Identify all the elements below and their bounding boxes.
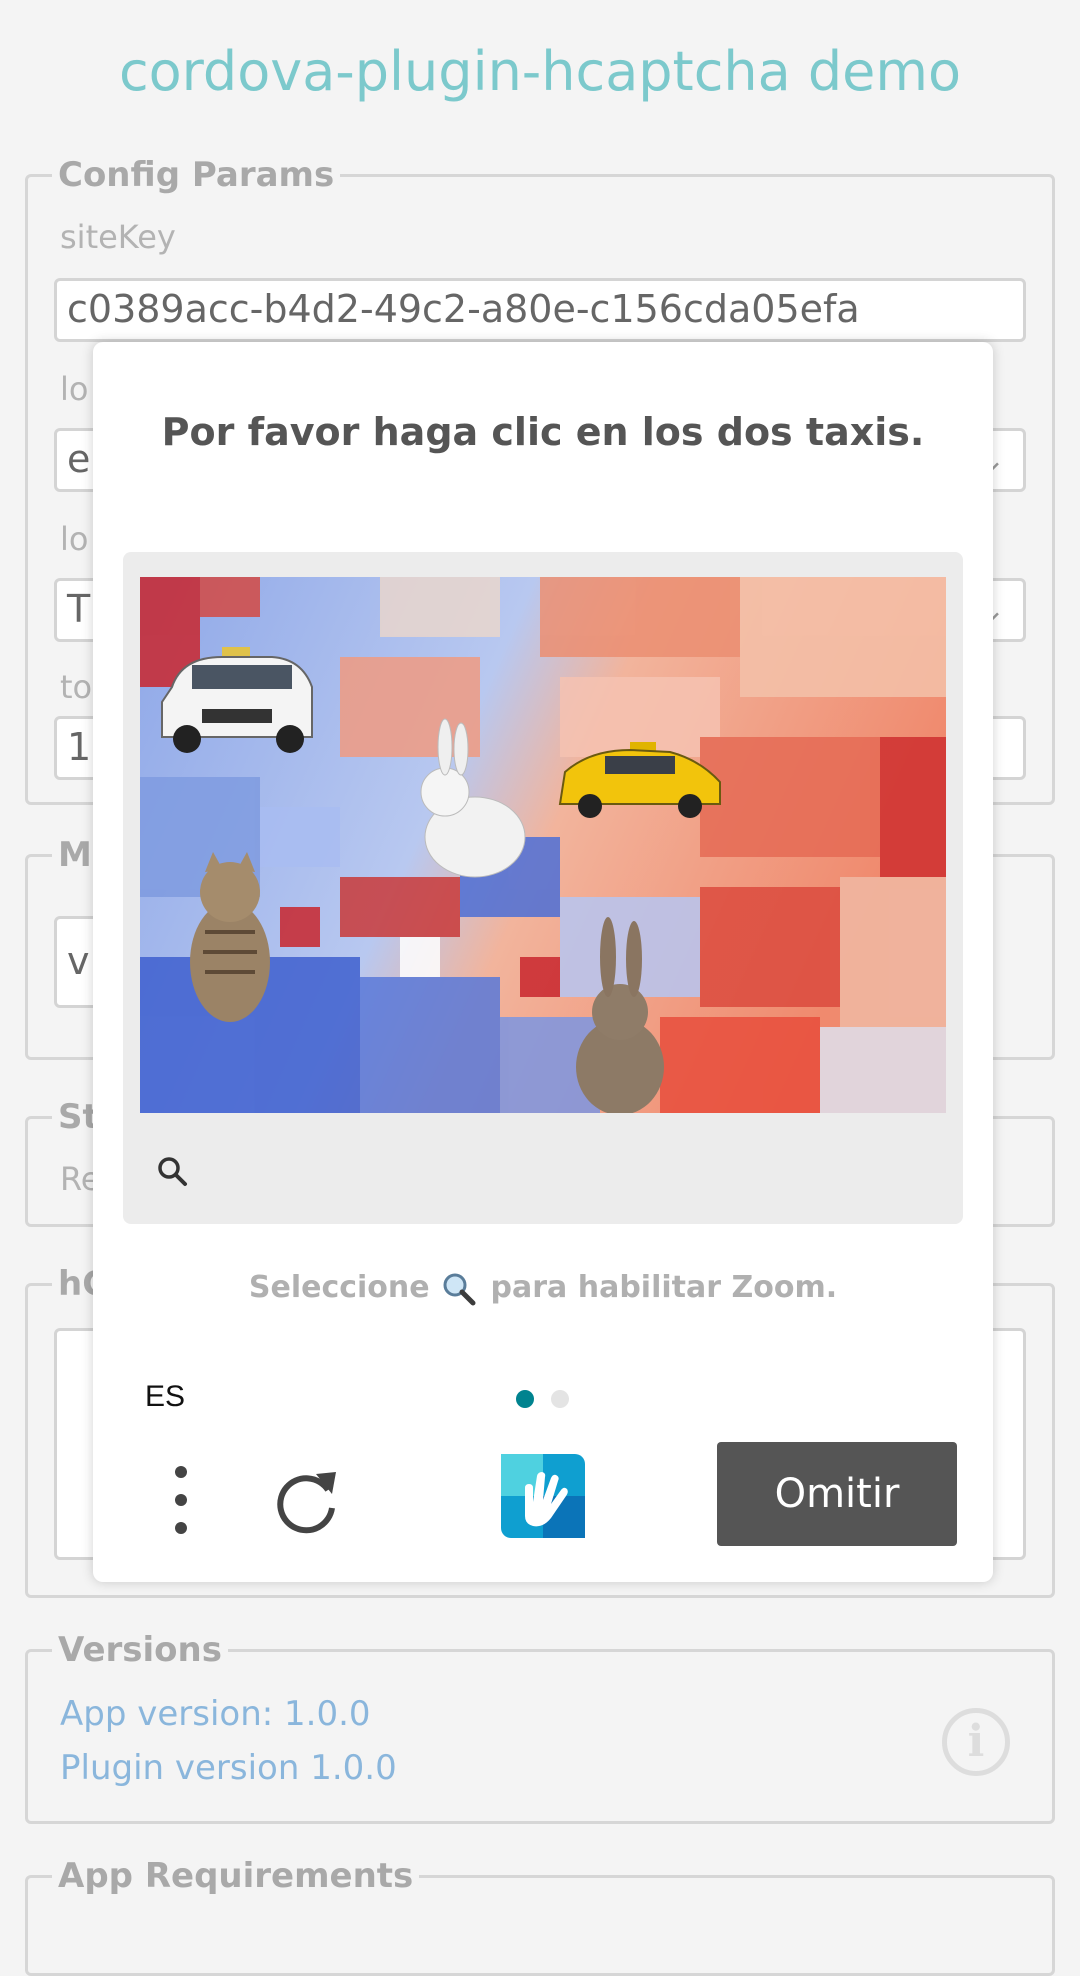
hcaptcha-challenge-modal: Por favor haga clic en los dos taxis. Se…	[93, 342, 993, 1582]
config-params-legend: Config Params	[58, 155, 335, 195]
info-icon[interactable]: i	[942, 1708, 1010, 1776]
zoom-hint-before: Seleccione	[248, 1270, 430, 1305]
refresh-icon[interactable]	[268, 1460, 348, 1540]
sitekey-input[interactable]: c0389acc-b4d2-49c2-a80e-c156cda05efa	[54, 278, 1026, 342]
challenge-image[interactable]	[140, 577, 946, 1113]
menu-icon[interactable]	[163, 1462, 199, 1538]
timeout-label: to	[60, 668, 93, 706]
app-version-text: App version: 1.0.0	[60, 1694, 371, 1734]
loader-select-value: T	[67, 587, 91, 631]
method-select-value: v	[67, 939, 90, 983]
zoom-hint: Seleccione para habilitar Zoom.	[93, 1270, 993, 1307]
sitekey-value: c0389acc-b4d2-49c2-a80e-c156cda05efa	[67, 287, 860, 331]
loader-label: lo	[60, 520, 89, 558]
locale-select-value: e	[67, 437, 91, 481]
app-requirements-section: App Requirements	[25, 1856, 1055, 1976]
skip-button[interactable]: Omitir	[717, 1442, 957, 1546]
app-requirements-legend: App Requirements	[58, 1856, 414, 1896]
page-dot-active	[516, 1390, 534, 1408]
timeout-value: 1	[67, 725, 92, 769]
magnifier-icon	[443, 1273, 476, 1305]
locale-label: lo	[60, 370, 89, 408]
challenge-task-panel	[123, 552, 963, 1224]
app-title: cordova-plugin-hcaptcha demo	[118, 40, 962, 103]
zoom-hint-after: para habilitar Zoom.	[490, 1270, 838, 1305]
challenge-prompt: Por favor haga clic en los dos taxis.	[161, 410, 925, 454]
page-dot	[551, 1390, 569, 1408]
zoom-icon[interactable]	[153, 1152, 193, 1192]
versions-legend: Versions	[58, 1630, 222, 1670]
method-legend: M	[58, 835, 92, 875]
hcaptcha-logo	[493, 1446, 593, 1546]
plugin-version-text: Plugin version 1.0.0	[60, 1748, 397, 1788]
language-selector[interactable]: ES	[145, 1380, 185, 1414]
sitekey-label: siteKey	[60, 218, 176, 256]
